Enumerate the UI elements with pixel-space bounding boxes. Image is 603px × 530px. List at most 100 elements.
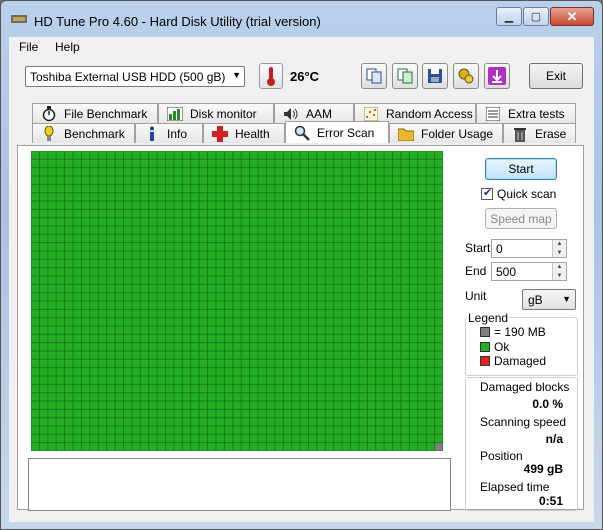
- scan-block-ok: [275, 151, 283, 159]
- tab-benchmark[interactable]: Benchmark: [32, 123, 135, 143]
- scan-block-ok: [283, 209, 292, 218]
- scan-block-ok: [166, 359, 174, 368]
- scan-block-ok: [81, 318, 90, 326]
- scan-block-ok: [325, 301, 334, 309]
- scan-block-ok: [233, 309, 241, 318]
- scan-block-ok: [191, 226, 199, 234]
- menu-file[interactable]: File: [19, 40, 38, 54]
- scan-block-ok: [384, 434, 393, 443]
- scan-block-ok: [182, 393, 191, 401]
- save-button[interactable]: [422, 63, 448, 89]
- scan-block-ok: [376, 334, 384, 343]
- scan-block-ok: [123, 176, 132, 184]
- options-button[interactable]: [453, 63, 479, 89]
- speed-map-button[interactable]: Speed map: [485, 208, 557, 229]
- exit-button[interactable]: Exit: [529, 63, 583, 89]
- scan-block-ok: [123, 301, 132, 309]
- scan-block-ok: [418, 168, 426, 176]
- scan-block-ok: [342, 409, 351, 418]
- scan-block-ok: [115, 318, 123, 326]
- tab-disk-monitor[interactable]: Disk monitor: [158, 103, 274, 123]
- drive-select[interactable]: Toshiba External USB HDD (500 gB) ▼: [25, 66, 245, 87]
- tab-file-benchmark[interactable]: File Benchmark: [32, 103, 158, 123]
- scan-block-ok: [435, 268, 443, 276]
- scan-block-ok: [65, 284, 73, 293]
- close-button[interactable]: ✕: [550, 7, 594, 26]
- scan-block-ok: [325, 184, 334, 193]
- scan-block-ok: [250, 418, 258, 426]
- scan-block-ok: [241, 201, 250, 209]
- scan-block-ok: [325, 443, 334, 451]
- tab-erase[interactable]: Erase: [503, 123, 576, 143]
- scan-block-ok: [409, 243, 418, 251]
- tab-random-access[interactable]: Random Access: [354, 103, 476, 123]
- tab-label: Disk monitor: [190, 106, 257, 121]
- scan-block-ok: [292, 243, 300, 251]
- scan-block-ok: [334, 334, 342, 343]
- scan-block-ok: [224, 376, 233, 384]
- scan-block-ok: [317, 284, 325, 293]
- scan-block-ok: [300, 176, 308, 184]
- scan-block-ok: [191, 259, 199, 268]
- scan-block-ok: [367, 243, 376, 251]
- tab-info[interactable]: Info: [135, 123, 203, 143]
- scan-block-ok: [300, 443, 308, 451]
- start-scan-button[interactable]: Start: [485, 158, 557, 180]
- quick-scan-checkbox[interactable]: ✔ Quick scan: [481, 187, 556, 201]
- tab-extra-tests[interactable]: Extra tests: [476, 103, 576, 123]
- checkbox-box[interactable]: ✔: [481, 187, 493, 200]
- copy-image-button[interactable]: [392, 63, 418, 89]
- start-spinner[interactable]: 0 ▲ ▼: [491, 239, 567, 258]
- scan-block-ok: [266, 151, 275, 159]
- scan-block-ok: [31, 443, 39, 451]
- scan-block-ok: [182, 193, 191, 201]
- tab-health[interactable]: Health: [203, 123, 285, 143]
- scan-block-ok: [149, 218, 157, 226]
- scan-block-map: [31, 151, 443, 451]
- scan-block-ok: [39, 268, 48, 276]
- unit-select[interactable]: gB ▼: [522, 289, 576, 310]
- copy-text-button[interactable]: [361, 63, 387, 89]
- scan-block-ok: [258, 368, 266, 376]
- scan-block-ok: [31, 268, 39, 276]
- screenshot-button[interactable]: [484, 63, 510, 89]
- scan-block-ok: [266, 176, 275, 184]
- scan-block-unscanned: [435, 443, 443, 451]
- temperature-button[interactable]: [259, 63, 283, 89]
- tab-folder-usage[interactable]: Folder Usage: [389, 123, 503, 143]
- scan-block-ok: [224, 226, 233, 234]
- scan-block-ok: [300, 209, 308, 218]
- spinner-arrows-icon[interactable]: ▲ ▼: [552, 240, 566, 257]
- spinner-arrows-icon[interactable]: ▲ ▼: [552, 263, 566, 280]
- scan-block-ok: [300, 418, 308, 426]
- tab-aam[interactable]: AAM: [274, 103, 354, 123]
- scan-block-ok: [166, 193, 174, 201]
- scan-block-ok: [300, 234, 308, 243]
- menu-help[interactable]: Help: [55, 40, 80, 54]
- maximize-button[interactable]: ▢: [523, 7, 549, 26]
- scan-block-ok: [308, 409, 317, 418]
- scan-block-ok: [81, 243, 90, 251]
- scan-block-ok: [376, 351, 384, 359]
- scan-block-ok: [308, 268, 317, 276]
- scan-block-ok: [208, 384, 216, 393]
- scan-block-ok: [39, 151, 48, 159]
- scan-block-ok: [56, 184, 65, 193]
- scan-block-ok: [359, 359, 367, 368]
- scan-block-ok: [258, 159, 266, 168]
- scan-block-ok: [81, 393, 90, 401]
- scan-block-ok: [98, 376, 107, 384]
- scan-block-ok: [409, 384, 418, 393]
- end-spinner[interactable]: 500 ▲ ▼: [491, 262, 567, 281]
- scan-block-ok: [367, 209, 376, 218]
- scan-block-ok: [317, 176, 325, 184]
- scan-log-box[interactable]: [28, 458, 451, 511]
- tab-error-scan[interactable]: Error Scan: [285, 121, 389, 143]
- scan-block-ok: [435, 251, 443, 259]
- scan-block-ok: [409, 351, 418, 359]
- scan-block-ok: [376, 368, 384, 376]
- minimize-button[interactable]: ▁: [496, 7, 522, 26]
- scan-block-ok: [199, 401, 208, 409]
- scan-block-ok: [292, 159, 300, 168]
- title-bar[interactable]: HD Tune Pro 4.60 - Hard Disk Utility (tr…: [1, 1, 602, 35]
